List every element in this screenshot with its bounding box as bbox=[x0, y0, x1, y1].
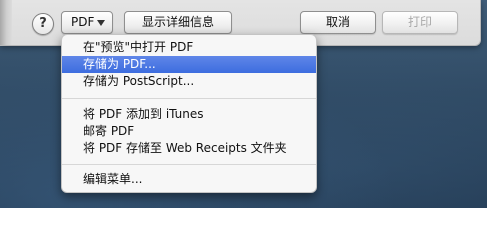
sheet-left-edge bbox=[0, 0, 12, 45]
pdf-button-label: PDF bbox=[71, 15, 95, 29]
menu-separator bbox=[62, 98, 316, 99]
show-details-button[interactable]: 显示详细信息 bbox=[124, 11, 232, 34]
menu-item-mail-pdf[interactable]: 邮寄 PDF bbox=[62, 123, 316, 140]
cancel-button[interactable]: 取消 bbox=[300, 11, 376, 34]
menu-item-save-as-postscript[interactable]: 存储为 PostScript... bbox=[62, 73, 316, 90]
menu-item-add-to-itunes[interactable]: 将 PDF 添加到 iTunes bbox=[62, 106, 316, 123]
print-button: 打印 bbox=[382, 11, 458, 34]
menu-item-edit-menu[interactable]: 编辑菜单... bbox=[62, 171, 316, 188]
menu-item-open-in-preview[interactable]: 在"预览"中打开 PDF bbox=[62, 39, 316, 56]
pdf-menu-button[interactable]: PDF bbox=[61, 11, 113, 34]
desktop-background: ? PDF 显示详细信息 取消 打印 在"预览"中打开 PDF 存储为 PDF.… bbox=[0, 0, 487, 208]
pdf-dropdown-menu: 在"预览"中打开 PDF 存储为 PDF... 存储为 PostScript..… bbox=[61, 34, 317, 193]
menu-item-save-as-pdf[interactable]: 存储为 PDF... bbox=[62, 56, 316, 73]
menu-separator bbox=[62, 164, 316, 165]
help-button[interactable]: ? bbox=[32, 13, 54, 35]
menu-item-save-to-web-receipts[interactable]: 将 PDF 存储至 Web Receipts 文件夹 bbox=[62, 140, 316, 157]
chevron-down-icon bbox=[97, 20, 105, 26]
